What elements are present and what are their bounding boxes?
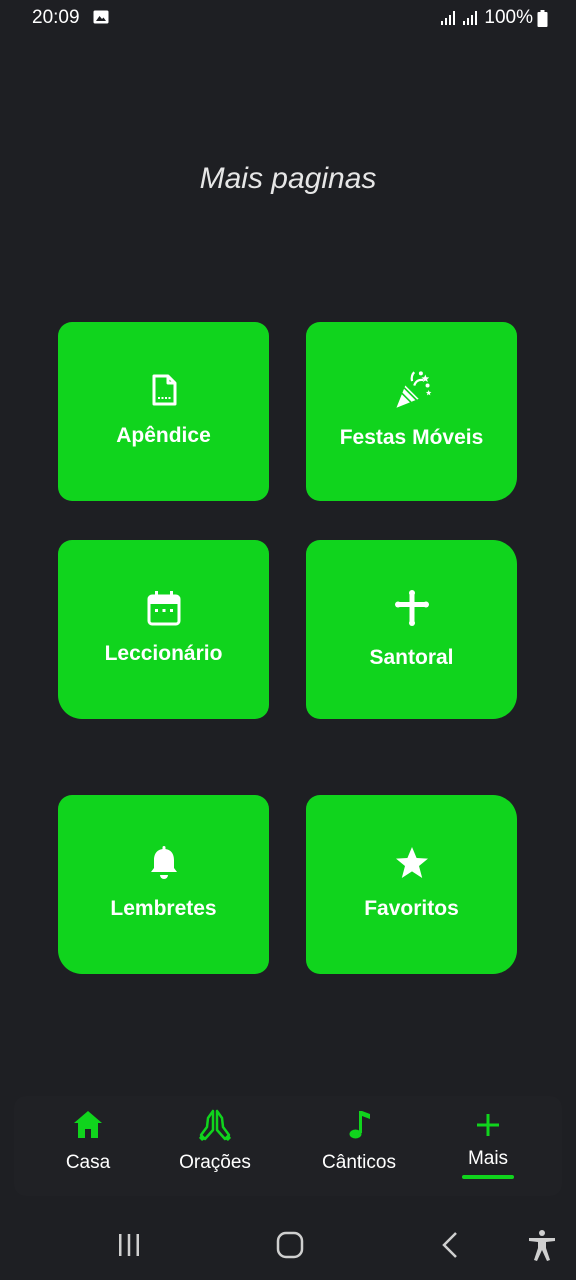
cross-icon xyxy=(394,589,429,626)
praying-hands-icon xyxy=(199,1109,231,1141)
nav-label: Casa xyxy=(65,1152,111,1173)
image-notification-icon xyxy=(93,10,109,24)
calendar-icon xyxy=(147,590,180,625)
home-icon xyxy=(74,1111,102,1138)
nav-item-oracoes[interactable]: Orações xyxy=(174,1108,256,1188)
festas-moveis-tile[interactable]: Festas Móveis xyxy=(306,322,517,501)
apendice-tile[interactable]: Apêndice xyxy=(58,322,269,501)
tile-label: Leccionário xyxy=(104,641,223,665)
status-bar: 20:09 100% xyxy=(0,0,576,36)
nav-selected-indicator xyxy=(462,1175,514,1179)
nav-item-canticos[interactable]: Cânticos xyxy=(317,1108,401,1188)
lembretes-tile[interactable]: Lembretes xyxy=(58,795,269,974)
favoritos-tile[interactable]: Favoritos xyxy=(306,795,517,974)
nav-label: Mais xyxy=(467,1148,509,1169)
status-time: 20:09 xyxy=(32,7,80,28)
battery-percent: 100% xyxy=(484,7,533,28)
santoral-tile[interactable]: Santoral xyxy=(306,540,517,719)
signal-icon xyxy=(463,11,478,25)
bell-icon xyxy=(150,845,177,879)
tile-label: Lembretes xyxy=(110,896,217,920)
battery-icon xyxy=(537,9,548,27)
tile-label: Festas Móveis xyxy=(339,425,484,449)
home-button-icon[interactable] xyxy=(273,1228,307,1262)
accessibility-icon[interactable] xyxy=(525,1228,559,1262)
plus-icon xyxy=(477,1114,499,1136)
nav-item-mais[interactable]: Mais xyxy=(462,1108,514,1188)
tile-label: Favoritos xyxy=(364,896,459,920)
system-nav-bar xyxy=(0,1210,576,1280)
nav-label: Orações xyxy=(179,1152,251,1173)
tile-label: Santoral xyxy=(369,645,454,669)
status-icons: 100% xyxy=(440,7,548,29)
recent-apps-icon[interactable] xyxy=(112,1228,146,1262)
tile-label: Apêndice xyxy=(116,423,211,447)
document-icon xyxy=(152,374,176,405)
leccionario-tile[interactable]: Leccionário xyxy=(58,540,269,719)
signal-icon xyxy=(441,11,456,25)
music-note-icon xyxy=(349,1111,370,1139)
page-title: Mais paginas xyxy=(199,162,377,195)
nav-label: Cânticos xyxy=(322,1152,396,1173)
back-icon[interactable] xyxy=(434,1228,468,1262)
star-icon xyxy=(395,846,428,878)
nav-item-casa[interactable]: Casa xyxy=(64,1108,112,1188)
party-popper-icon xyxy=(395,370,431,408)
bottom-nav: Casa Orações Cânticos Mais xyxy=(14,1096,562,1196)
